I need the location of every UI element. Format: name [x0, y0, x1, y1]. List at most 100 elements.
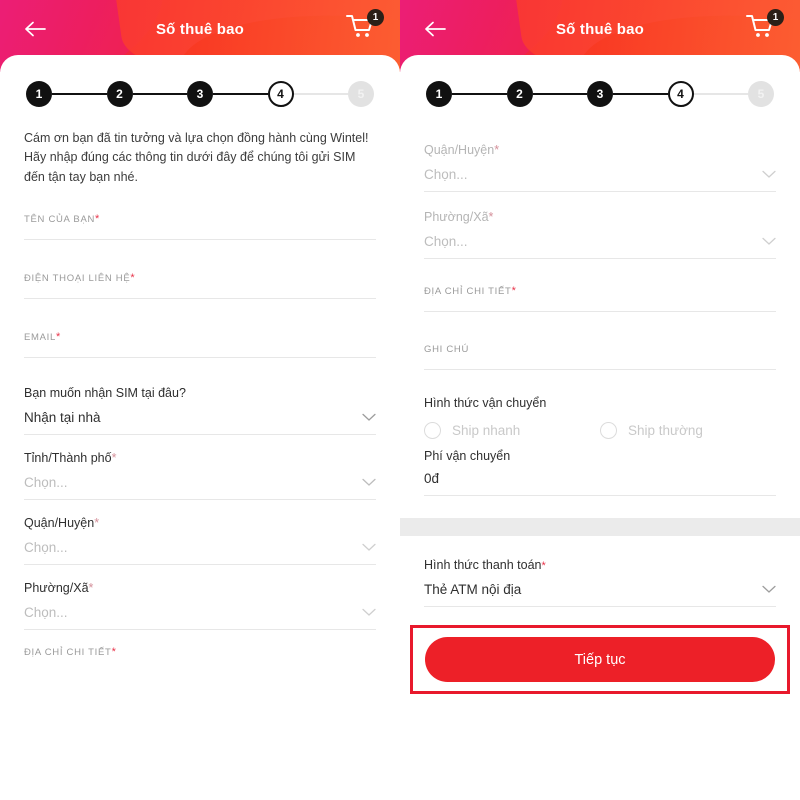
- field-note: GHI CHÚ: [424, 344, 776, 392]
- select-district[interactable]: Chọn...: [424, 167, 776, 191]
- select-district[interactable]: Chọn...: [24, 540, 376, 564]
- field-underline: [24, 629, 376, 631]
- step-connector: [613, 92, 668, 96]
- input-address-detail[interactable]: [424, 312, 776, 334]
- step-connector: [293, 92, 348, 96]
- step-connector: [52, 92, 107, 96]
- arrow-left-icon: [425, 21, 446, 37]
- field-underline: [424, 258, 776, 259]
- chevron-down-icon: [362, 608, 376, 617]
- field-underline: [24, 499, 376, 501]
- required-asterisk: *: [88, 581, 94, 596]
- step-indicator-1[interactable]: 1: [26, 81, 52, 107]
- step-indicator-4[interactable]: 4: [267, 81, 294, 107]
- cart-badge-count: 1: [767, 9, 784, 26]
- step-indicator-4[interactable]: 4: [667, 81, 694, 107]
- input-full-name[interactable]: [24, 240, 376, 262]
- step-indicator-5[interactable]: 5: [748, 81, 774, 107]
- step-indicator-2[interactable]: 2: [106, 81, 133, 107]
- input-phone[interactable]: [24, 299, 376, 321]
- select-value-district: Chọn...: [424, 167, 468, 182]
- back-button[interactable]: [420, 14, 450, 44]
- field-label-shipping-fee: Phí vận chuyển: [424, 449, 511, 463]
- select-ward[interactable]: Chọn...: [24, 605, 376, 629]
- field-label-district: Quận/Huyện*: [424, 143, 500, 157]
- field-label-district: Quận/Huyện*: [24, 516, 100, 531]
- select-value-province: Chọn...: [24, 475, 68, 491]
- required-asterisk: *: [488, 210, 494, 224]
- field-full-name: TÊN CỦA BẠN*: [24, 213, 376, 262]
- chevron-down-icon: [762, 170, 776, 178]
- field-province: Tỉnh/Thành phố* Chọn...: [24, 451, 376, 501]
- field-ward: Phường/Xã* Chọn...: [424, 210, 776, 259]
- cart-button[interactable]: 1: [746, 9, 784, 44]
- field-phone: ĐIỆN THOẠI LIÊN HỆ*: [24, 272, 376, 321]
- select-value-ward: Chọn...: [24, 605, 68, 621]
- field-underline: [424, 191, 776, 192]
- step-indicator-3[interactable]: 3: [587, 81, 613, 107]
- shipping-method-options: Ship nhanh Ship thường: [424, 422, 776, 439]
- step-indicator-3[interactable]: 3: [187, 81, 213, 107]
- radio-label-ship-normal: Ship thường: [628, 423, 703, 438]
- select-delivery-method[interactable]: Nhận tại nhà: [24, 410, 376, 434]
- required-asterisk: *: [511, 285, 517, 297]
- field-ward: Phường/Xã* Chọn...: [24, 581, 376, 631]
- select-province[interactable]: Chọn...: [24, 475, 376, 499]
- field-label-phone: ĐIỆN THOẠI LIÊN HỆ*: [24, 272, 136, 285]
- input-note[interactable]: [424, 370, 776, 392]
- required-asterisk: *: [111, 646, 117, 659]
- section-divider-gap: [400, 518, 800, 536]
- step-connector: [532, 92, 587, 96]
- field-label-ward: Phường/Xã*: [24, 581, 94, 596]
- step-connector: [213, 92, 268, 96]
- chevron-down-icon: [362, 478, 376, 487]
- arrow-left-icon: [25, 21, 46, 37]
- radio-circle-icon: [600, 422, 617, 439]
- field-label-delivery-method: Bạn muốn nhận SIM tại đâu?: [24, 386, 186, 401]
- cart-button[interactable]: 1: [346, 9, 384, 44]
- shipping-method-title: Hình thức vận chuyển: [424, 396, 547, 410]
- continue-button[interactable]: Tiếp tục: [425, 637, 775, 682]
- progress-stepper-right: 1 2 3 4 5: [424, 81, 776, 107]
- field-payment-method: Hình thức thanh toán* Thẻ ATM nội địa: [424, 558, 776, 607]
- select-ward[interactable]: Chọn...: [424, 234, 776, 258]
- back-button[interactable]: [20, 14, 50, 44]
- field-label-address-detail: ĐỊA CHỈ CHI TIẾT*: [24, 646, 117, 659]
- radio-ship-fast[interactable]: Ship nhanh: [424, 422, 600, 439]
- field-label-province: Tỉnh/Thành phố*: [24, 451, 117, 466]
- page-title: Số thuê bao: [155, 20, 245, 38]
- required-asterisk: *: [541, 560, 546, 572]
- input-email[interactable]: [24, 358, 376, 380]
- field-label-full-name: TÊN CỦA BẠN*: [24, 213, 101, 226]
- content-sheet-left: 1 2 3 4 5 Cám ơn bạn đã tin tưởng và lựa…: [0, 55, 400, 800]
- required-asterisk: *: [94, 516, 100, 531]
- step-indicator-1[interactable]: 1: [426, 81, 452, 107]
- payment-section-card: Hình thức thanh toán* Thẻ ATM nội địa Ti…: [400, 558, 800, 694]
- required-asterisk: *: [130, 272, 136, 285]
- shipping-method-group: Hình thức vận chuyển Ship nhanh Ship thư…: [424, 396, 776, 439]
- chevron-down-icon: [762, 237, 776, 245]
- radio-ship-normal[interactable]: Ship thường: [600, 422, 776, 439]
- field-address-detail: ĐỊA CHỈ CHI TIẾT*: [424, 285, 776, 334]
- progress-stepper-left: 1 2 3 4 5: [24, 81, 376, 107]
- right-phone-screen: Số thuê bao 1 1 2 3 4 5 Quận/Huyện* Chọn…: [400, 0, 800, 800]
- step-indicator-2[interactable]: 2: [506, 81, 533, 107]
- cta-highlight-box: Tiếp tục: [410, 625, 790, 694]
- select-value-district: Chọn...: [24, 540, 68, 556]
- chevron-down-icon: [362, 543, 376, 552]
- page-title: Số thuê bao: [555, 20, 645, 38]
- left-phone-screen: Số thuê bao 1 1 2 3 4 5 Cám ơn bạn đã ti…: [0, 0, 400, 800]
- field-label-email: EMAIL*: [24, 331, 61, 344]
- select-payment-method[interactable]: Thẻ ATM nội địa: [424, 582, 776, 606]
- step-indicator-5[interactable]: 5: [348, 81, 374, 107]
- content-sheet-right: 1 2 3 4 5 Quận/Huyện* Chọn... Phường/Xã*…: [400, 55, 800, 800]
- radio-label-ship-fast: Ship nhanh: [452, 423, 521, 438]
- field-district: Quận/Huyện* Chọn...: [24, 516, 376, 566]
- step-connector: [693, 92, 748, 96]
- required-asterisk: *: [56, 331, 61, 344]
- field-label-address-detail: ĐỊA CHỈ CHI TIẾT*: [424, 285, 517, 297]
- dual-screenshot-container: Số thuê bao 1 1 2 3 4 5 Cám ơn bạn đã ti…: [0, 0, 800, 800]
- select-value-delivery-method: Nhận tại nhà: [24, 410, 101, 426]
